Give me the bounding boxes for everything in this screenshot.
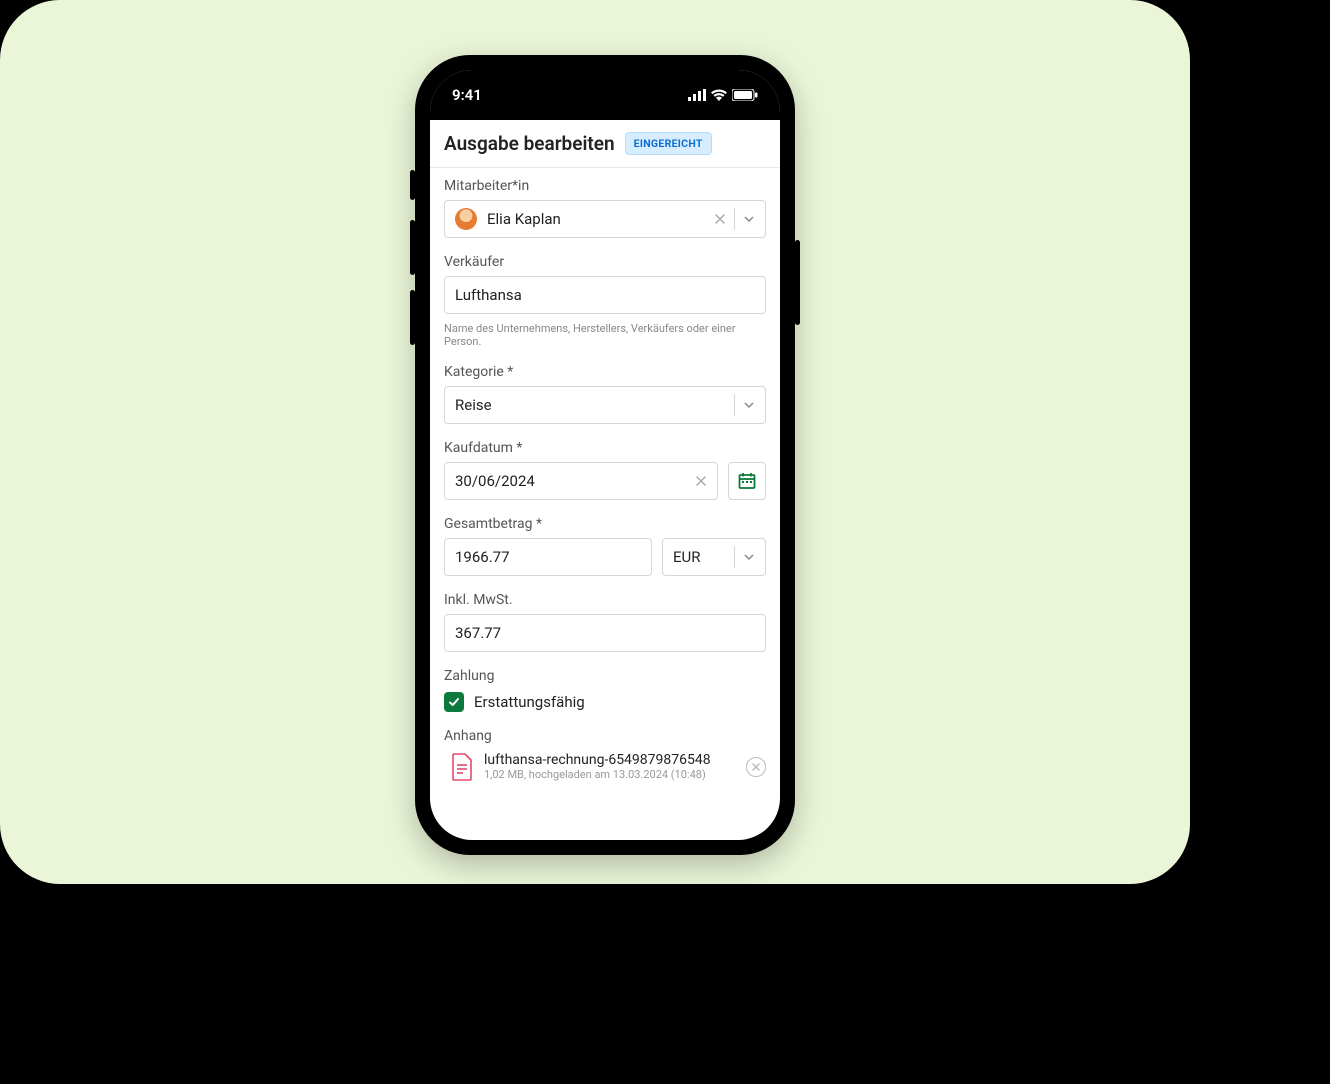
employee-select[interactable]: Elia Kaplan [444, 200, 766, 238]
vendor-hint: Name des Unternehmens, Herstellers, Verk… [444, 322, 766, 348]
total-field: Gesamtbetrag 1966.77 EUR [444, 516, 766, 576]
calendar-icon [738, 472, 756, 490]
status-icons [688, 89, 758, 101]
phone-side-button [410, 290, 415, 345]
file-icon [450, 753, 474, 781]
total-label: Gesamtbetrag [444, 516, 766, 532]
currency-select[interactable]: EUR [662, 538, 766, 576]
category-select[interactable]: Reise [444, 386, 766, 424]
phone-side-button [410, 220, 415, 275]
reimbursable-row[interactable]: Erstattungsfähig [444, 692, 766, 712]
separator [734, 546, 735, 568]
payment-label: Zahlung [444, 668, 766, 684]
vendor-input[interactable]: Lufthansa [444, 276, 766, 314]
status-time: 9:41 [452, 86, 482, 104]
wifi-icon [711, 89, 727, 101]
vendor-field: Verkäufer Lufthansa Name des Unternehmen… [444, 254, 766, 348]
check-icon [448, 696, 460, 708]
employee-field: Mitarbeiter*in Elia Kaplan [444, 178, 766, 238]
page-title: Ausgabe bearbeiten [444, 132, 615, 155]
phone-frame: 9:41 [415, 55, 795, 855]
category-field: Kategorie Reise [444, 364, 766, 424]
employee-label: Mitarbeiter*in [444, 178, 766, 194]
vat-value: 367.77 [455, 624, 755, 642]
category-value: Reise [455, 396, 726, 414]
chevron-down-icon[interactable] [743, 399, 755, 411]
vat-field: Inkl. MwSt. 367.77 [444, 592, 766, 652]
purchase-date-value: 30/06/2024 [455, 472, 695, 490]
vendor-label: Verkäufer [444, 254, 766, 270]
attachment-filename: lufthansa-rechnung-6549879876548 [484, 752, 736, 768]
attachment-text: lufthansa-rechnung-6549879876548 1,02 MB… [484, 752, 736, 781]
separator [734, 394, 735, 416]
reimbursable-label: Erstattungsfähig [474, 693, 585, 711]
vendor-value: Lufthansa [455, 286, 755, 304]
separator [734, 208, 735, 230]
remove-attachment-button[interactable] [746, 757, 766, 777]
avatar [455, 208, 477, 230]
battery-icon [732, 89, 758, 101]
purchase-date-input[interactable]: 30/06/2024 [444, 462, 718, 500]
attachment-field: Anhang lufthansa-rechnung-6549879876548 … [444, 728, 766, 783]
cellular-icon [688, 89, 706, 101]
stage: 9:41 [0, 0, 1190, 884]
chevron-down-icon[interactable] [743, 551, 755, 563]
close-icon [752, 763, 760, 771]
phone-side-button [795, 240, 800, 325]
phone-screen: 9:41 [430, 70, 780, 840]
phone-side-button [410, 170, 415, 200]
total-amount-input[interactable]: 1966.77 [444, 538, 652, 576]
expense-form: Mitarbeiter*in Elia Kaplan Verkäufer Luf… [430, 168, 780, 797]
category-label: Kategorie [444, 364, 766, 380]
reimbursable-checkbox[interactable] [444, 692, 464, 712]
payment-field: Zahlung Erstattungsfähig [444, 668, 766, 712]
vat-input[interactable]: 367.77 [444, 614, 766, 652]
attachment-label: Anhang [444, 728, 766, 744]
attachment-item[interactable]: lufthansa-rechnung-6549879876548 1,02 MB… [444, 750, 766, 783]
vat-label: Inkl. MwSt. [444, 592, 766, 608]
clear-icon[interactable] [695, 475, 707, 487]
chevron-down-icon[interactable] [743, 213, 755, 225]
clear-icon[interactable] [714, 213, 726, 225]
total-amount-value: 1966.77 [455, 548, 641, 566]
employee-value: Elia Kaplan [487, 210, 714, 228]
page-header: Ausgabe bearbeiten EINGEREICHT [430, 120, 780, 168]
status-badge: EINGEREICHT [625, 132, 712, 155]
attachment-meta: 1,02 MB, hochgeladen am 13.03.2024 (10:4… [484, 768, 736, 781]
calendar-button[interactable] [728, 462, 766, 500]
purchase-date-field: Kaufdatum 30/06/2024 [444, 440, 766, 500]
phone-notch [520, 70, 690, 100]
purchase-date-label: Kaufdatum [444, 440, 766, 456]
currency-value: EUR [673, 548, 726, 566]
